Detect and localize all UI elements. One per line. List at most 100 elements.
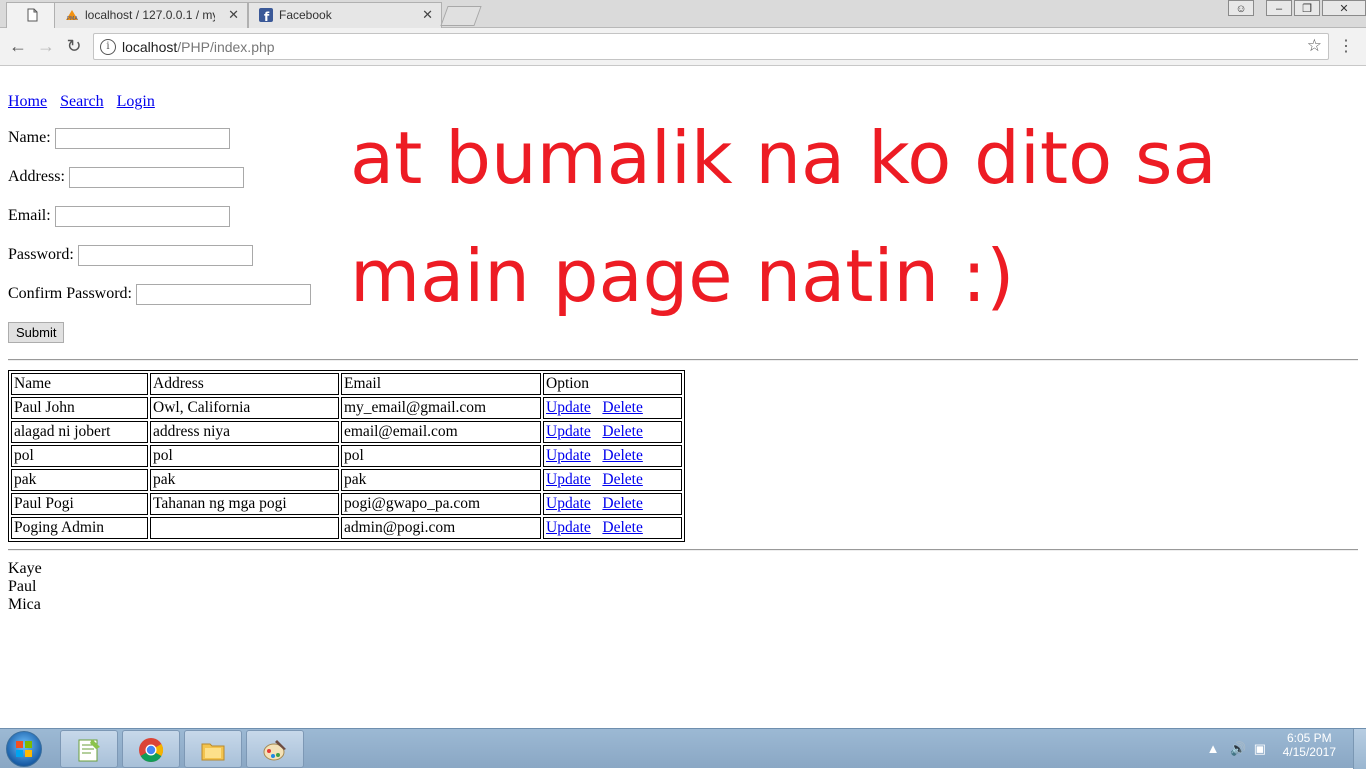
file-explorer-icon [201, 743, 225, 761]
cell-address: pak [150, 469, 339, 491]
volume-icon[interactable]: 🔊 [1230, 741, 1246, 756]
nav-search-link[interactable]: Search [60, 93, 104, 110]
divider [8, 549, 1358, 551]
url-text[interactable]: localhost/PHP/index.php [122, 39, 275, 55]
names-list: Kaye Paul Mica [8, 560, 42, 614]
delete-link[interactable]: Delete [602, 519, 642, 536]
user-icon[interactable]: ☺ [1228, 0, 1254, 16]
cell-address: pol [150, 445, 339, 467]
url-host: localhost [122, 39, 178, 55]
cell-option: Update Delete [543, 421, 682, 443]
back-arrow-icon[interactable]: ← [8, 36, 28, 56]
delete-link[interactable]: Delete [602, 495, 642, 512]
confirm-password-input[interactable] [136, 284, 311, 305]
list-item: Kaye [8, 560, 42, 577]
svg-text:PMA: PMA [67, 16, 78, 22]
submit-button[interactable]: Submit [8, 322, 65, 343]
cell-name: Poging Admin [11, 517, 148, 539]
tab-strip: PMA localhost / 127.0.0.1 / my ✕ f Faceb… [0, 0, 1366, 28]
nav-login-link[interactable]: Login [117, 93, 155, 110]
phpmyadmin-icon: PMA [66, 10, 78, 22]
address-bar[interactable]: i localhost/PHP/index.php ☆ [93, 33, 1329, 60]
list-item: Mica [8, 596, 41, 613]
clock-time: 6:05 PM [1286, 731, 1332, 745]
paint-icon [263, 740, 286, 761]
taskbar-file-explorer[interactable] [184, 730, 242, 768]
tab-blank[interactable] [6, 2, 56, 28]
delete-link[interactable]: Delete [602, 471, 642, 488]
top-nav: Home Search Login [8, 93, 164, 111]
tab-title: Facebook [279, 8, 332, 22]
show-hidden-icons-icon[interactable]: ▲ [1207, 741, 1220, 756]
info-icon[interactable]: i [100, 39, 116, 55]
email-input[interactable] [54, 206, 230, 227]
name-label: Name: [8, 129, 51, 147]
header-email: Email [341, 373, 541, 395]
update-link[interactable]: Update [546, 471, 591, 488]
overlay-annotation-text: at bumalik na ko dito sa main page natin… [350, 116, 1217, 318]
table-row: Poging Admin admin@pogi.com Update Delet… [11, 517, 682, 539]
tab-title: localhost / 127.0.0.1 / my [85, 8, 215, 22]
network-icon[interactable]: ▣ [1254, 741, 1266, 756]
page-content: Home Search Login Name: Address: Email: … [0, 66, 1366, 728]
table-row: pol pol pol Update Delete [11, 445, 682, 467]
address-row: Address: [8, 167, 244, 188]
cell-option: Update Delete [543, 397, 682, 419]
cell-name: pak [11, 469, 148, 491]
delete-link[interactable]: Delete [602, 399, 642, 416]
users-table: Name Address Email Option Paul John Owl,… [8, 370, 685, 542]
browser-toolbar: ← → ↻ i localhost/PHP/index.php ☆ ⋮ [0, 28, 1366, 66]
restore-button[interactable]: ❐ [1294, 0, 1320, 16]
forward-arrow-icon[interactable]: → [36, 36, 56, 56]
taskbar-chrome[interactable] [122, 730, 180, 768]
confirm-password-label: Confirm Password: [8, 285, 132, 303]
update-link[interactable]: Update [546, 447, 591, 464]
update-link[interactable]: Update [546, 519, 591, 536]
close-icon[interactable]: ✕ [228, 7, 239, 23]
name-input[interactable] [54, 128, 230, 149]
taskbar-paint[interactable] [246, 730, 304, 768]
taskbar-notepad-plus-plus[interactable] [60, 730, 118, 768]
divider [8, 359, 1358, 361]
delete-link[interactable]: Delete [602, 447, 642, 464]
windows-taskbar: ▲ 🔊 ▣ 6:05 PM 4/15/2017 [0, 728, 1366, 769]
windows-logo-icon [16, 741, 32, 757]
confirm-password-row: Confirm Password: [8, 284, 311, 305]
cell-email: pol [341, 445, 541, 467]
menu-icon[interactable]: ⋮ [1338, 36, 1354, 56]
cell-name: Paul John [11, 397, 148, 419]
table-header-row: Name Address Email Option [11, 373, 682, 395]
facebook-icon: f [259, 8, 273, 22]
start-button[interactable] [6, 731, 42, 767]
update-link[interactable]: Update [546, 399, 591, 416]
cell-option: Update Delete [543, 493, 682, 515]
url-path: /PHP/index.php [177, 39, 275, 55]
tab-facebook[interactable]: f Facebook ✕ [248, 2, 442, 28]
password-input[interactable] [77, 245, 253, 266]
show-desktop-button[interactable] [1353, 729, 1366, 769]
reload-icon[interactable]: ↻ [64, 36, 84, 56]
close-window-button[interactable]: ✕ [1322, 0, 1366, 16]
close-icon[interactable]: ✕ [422, 7, 433, 23]
tab-phpmyadmin[interactable]: PMA localhost / 127.0.0.1 / my ✕ [54, 2, 248, 28]
cell-address: address niya [150, 421, 339, 443]
new-tab-button[interactable] [440, 6, 482, 26]
password-label: Password: [8, 246, 74, 264]
cell-email: admin@pogi.com [341, 517, 541, 539]
password-row: Password: [8, 245, 253, 266]
address-input[interactable] [68, 167, 244, 188]
update-link[interactable]: Update [546, 495, 591, 512]
cell-address [150, 517, 339, 539]
minimize-button[interactable]: – [1266, 0, 1292, 16]
bookmark-star-icon[interactable]: ☆ [1307, 36, 1322, 56]
email-row: Email: [8, 206, 230, 227]
notepad-plus-plus-icon [78, 739, 100, 762]
email-label: Email: [8, 207, 51, 225]
nav-home-link[interactable]: Home [8, 93, 47, 110]
cell-address: Owl, California [150, 397, 339, 419]
delete-link[interactable]: Delete [602, 423, 642, 440]
table-row: Paul Pogi Tahanan ng mga pogi pogi@gwapo… [11, 493, 682, 515]
list-item: Paul [8, 578, 37, 595]
clock[interactable]: 6:05 PM 4/15/2017 [1283, 731, 1336, 759]
update-link[interactable]: Update [546, 423, 591, 440]
